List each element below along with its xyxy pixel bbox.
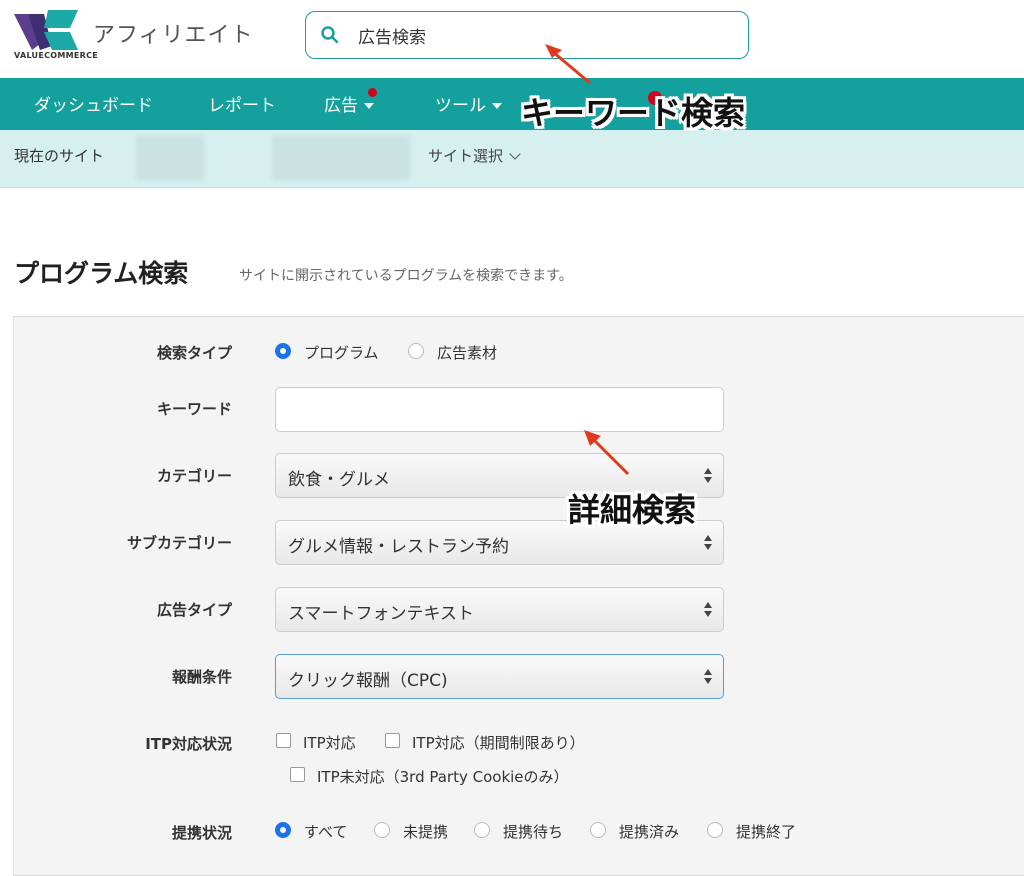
annotation-keyword-search: キーワード検索 — [521, 94, 746, 132]
annotation-detail-search: 詳細検索 — [568, 491, 697, 529]
annotation-arrows — [545, 44, 630, 476]
